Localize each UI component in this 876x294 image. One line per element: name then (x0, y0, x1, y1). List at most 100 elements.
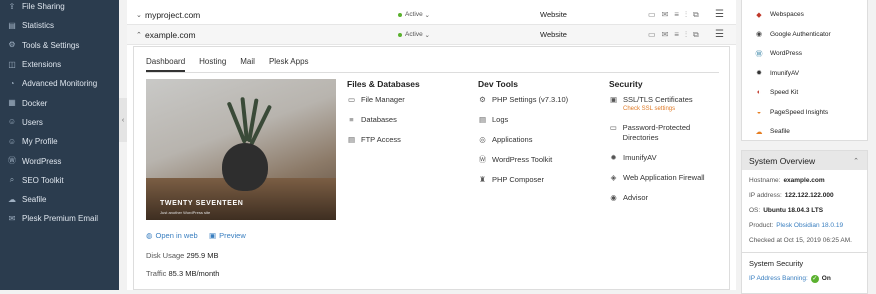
tab-mail[interactable]: Mail (240, 57, 255, 72)
extension-item[interactable]: ◒ PageSpeed Insights (742, 103, 867, 123)
extension-item[interactable]: ☁ Seafile (742, 122, 867, 142)
copy-icon[interactable]: ⧉ (693, 10, 699, 20)
sidebar-item-file-sharing[interactable]: ⇪ File Sharing (0, 0, 119, 16)
share-icon: ⇪ (8, 1, 16, 11)
advisor-icon: ◉ (610, 193, 617, 202)
files-list: ▭ File Manager ≡ Databases ▤ FTP Access (347, 95, 467, 145)
domain-row[interactable]: ⌄ myproject.com Active ⌄ Website ▭ ✉ ≡ ⫶ ⧉ ☰ (127, 5, 736, 25)
security-item[interactable]: ◉ Advisor (609, 193, 724, 203)
mail-icon[interactable]: ✉ (662, 10, 669, 20)
security-item-label[interactable]: Web Application Firewall (623, 173, 705, 182)
security-item-label[interactable]: ImunifyAV (623, 153, 657, 162)
extension-item[interactable]: ✹ ImunifyAV (742, 64, 867, 84)
copy-icon[interactable]: ⧉ (693, 30, 699, 40)
settings-icon[interactable]: ⫶ (685, 30, 687, 40)
status-badge[interactable]: Active ⌄ (398, 31, 430, 39)
sidebar-item-statistics[interactable]: ▤ Statistics (0, 16, 119, 35)
devtools-item[interactable]: ◎ Applications (478, 135, 600, 145)
security-item-label[interactable]: SSL/TLS Certificates (623, 95, 693, 104)
chevron-down-icon[interactable]: ⌄ (136, 11, 142, 19)
devtools-item-text: Applications (492, 135, 532, 145)
sidebar-item-docker[interactable]: ▦ Docker (0, 93, 119, 112)
sidebar-item-seafile[interactable]: ☁ Seafile (0, 190, 119, 209)
extension-item[interactable]: ◉ Google Authenticator (742, 25, 867, 45)
product-link[interactable]: Plesk Obsidian 18.0.19 (776, 222, 843, 229)
system-overview-box: System Overview ⌃ Hostname: example.com IP… (741, 150, 868, 294)
tab-dashboard[interactable]: Dashboard (146, 57, 186, 72)
globe-icon: ◍ (146, 231, 153, 240)
composer-icon: ♜ (479, 175, 486, 184)
files-item[interactable]: ≡ Databases (347, 115, 467, 125)
security-item[interactable]: ◈ Web Application Firewall (609, 173, 724, 183)
extension-item[interactable]: ◐ Speed Kit (742, 83, 867, 103)
files-item-label[interactable]: File Manager (361, 95, 405, 104)
settings-icon[interactable]: ⫶ (685, 10, 687, 20)
devtools-item-label[interactable]: PHP Settings (v7.3.10) (492, 95, 568, 104)
folder-icon[interactable]: ▭ (648, 10, 656, 20)
tab-hosting[interactable]: Hosting (199, 57, 226, 72)
devtools-item-label[interactable]: WordPress Toolkit (492, 155, 552, 164)
devtools-item-label[interactable]: PHP Composer (492, 175, 544, 184)
seo-icon: ⌕ (9, 175, 15, 185)
sidebar-item-wordpress[interactable]: Ⓦ WordPress (0, 151, 119, 170)
sidebar-item-advanced-monitoring[interactable]: ◔ Advanced Monitoring (0, 74, 119, 93)
chevron-up-icon[interactable]: ⌃ (136, 31, 142, 39)
mail-icon[interactable]: ✉ (662, 30, 669, 40)
files-item[interactable]: ▭ File Manager (347, 95, 467, 105)
sidebar-item-users[interactable]: ☺ Users (0, 113, 119, 132)
tab-plesk-apps[interactable]: Plesk Apps (269, 57, 309, 72)
sidebar-item-seo-toolkit[interactable]: ⌕ SEO Toolkit (0, 171, 119, 190)
files-item-label[interactable]: Databases (361, 115, 397, 124)
devtools-item-label[interactable]: Logs (492, 115, 508, 124)
sidebar-item-my-profile[interactable]: ☺ My Profile (0, 132, 119, 151)
preview-link[interactable]: ▣ Preview (209, 231, 246, 240)
open-in-web-link[interactable]: ◍ Open in web (146, 231, 198, 240)
domain-name[interactable]: myproject.com (145, 10, 200, 20)
devtools-item[interactable]: ♜ PHP Composer (478, 175, 600, 185)
security-item-text: Web Application Firewall (623, 173, 705, 183)
files-item-label[interactable]: FTP Access (361, 135, 401, 144)
security-item[interactable]: ✹ ImunifyAV (609, 153, 724, 163)
extension-item[interactable]: Ⓦ WordPress (742, 44, 867, 64)
devtools-item-text: Logs (492, 115, 508, 125)
domain-name[interactable]: example.com (145, 30, 196, 40)
security-item-sublink[interactable]: Check SSL settings (623, 105, 693, 113)
hamburger-menu-icon[interactable]: ☰ (715, 9, 724, 20)
devtools-item[interactable]: ⚙ PHP Settings (v7.3.10) (478, 95, 600, 105)
security-item[interactable]: ▭ Password-Protected Directories (609, 123, 724, 143)
sidebar: ⇪ File Sharing ▤ Statistics ⚙ Tools & Setting… (0, 0, 119, 290)
devtools-item-label[interactable]: Applications (492, 135, 532, 144)
profile-icon: ☺ (7, 136, 17, 146)
applications-icon: ◎ (479, 135, 486, 144)
database-icon[interactable]: ≡ (674, 30, 679, 40)
extensions-items: ◆ Webspaces ◉ Google Authenticator Ⓦ WordPres… (742, 5, 867, 142)
extension-item[interactable]: ◆ Webspaces (742, 5, 867, 25)
domain-row[interactable]: ⌃ example.com Active ⌄ Website ▭ ✉ ≡ ⫶ ⧉ ☰ (127, 25, 736, 45)
site-preview-thumbnail[interactable]: TWENTY SEVENTEEN Just another WordPress … (146, 79, 336, 220)
preview-icon: ▣ (209, 231, 217, 240)
files-item-text: File Manager (361, 95, 405, 105)
devtools-item[interactable]: ▤ Logs (478, 115, 600, 125)
security-item-label[interactable]: Password-Protected Directories (623, 123, 691, 142)
hamburger-menu-icon[interactable]: ☰ (715, 29, 724, 40)
sidebar-item-plesk-premium-email[interactable]: ✉ Plesk Premium Email (0, 209, 119, 228)
chevron-up-icon[interactable]: ⌃ (853, 157, 859, 165)
status-badge[interactable]: Active ⌄ (398, 11, 430, 19)
database-icon[interactable]: ≡ (674, 10, 679, 20)
ip-banning-link[interactable]: IP Address Banning: (749, 275, 808, 282)
sidebar-item-extensions[interactable]: ◫ Extensions (0, 55, 119, 74)
folder-icon[interactable]: ▭ (648, 30, 656, 40)
checked-text: Checked at Oct 15, 2019 06:25 AM. (749, 237, 852, 244)
imunify-icon: ✹ (610, 153, 617, 162)
security-item-label[interactable]: Advisor (623, 193, 648, 202)
system-overview-title: System Overview (749, 155, 816, 166)
system-overview-header[interactable]: System Overview ⌃ (742, 151, 867, 170)
security-item[interactable]: ▣ SSL/TLS Certificates Check SSL settings (609, 95, 724, 113)
security-item-text: Password-Protected Directories (623, 123, 724, 143)
files-item[interactable]: ▤ FTP Access (347, 135, 467, 145)
os-value: Ubuntu 18.04.3 LTS (763, 207, 824, 214)
devtools-item[interactable]: Ⓦ WordPress Toolkit (478, 155, 600, 165)
sidebar-collapse-toggle[interactable]: ‹ (119, 98, 127, 142)
ip-banning-row: IP Address Banning: ✓ On (742, 271, 867, 286)
sidebar-item-tools-settings[interactable]: ⚙ Tools & Settings (0, 36, 119, 55)
